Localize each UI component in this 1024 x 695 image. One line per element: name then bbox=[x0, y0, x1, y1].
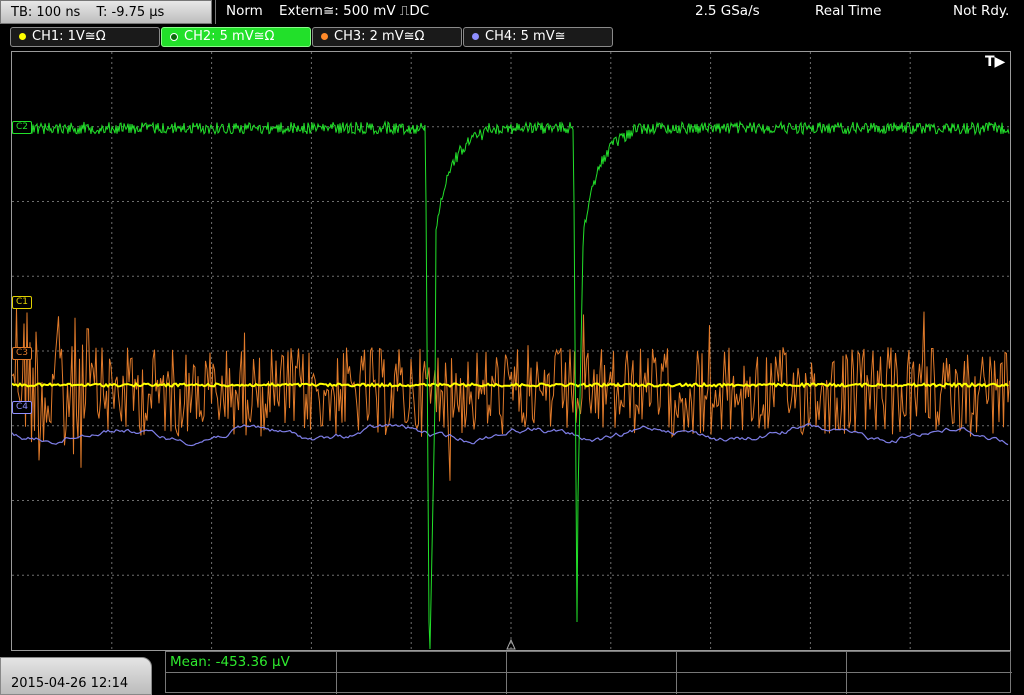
bottom-bar: 2015-04-26 12:14 Mean: -453.36 µV bbox=[0, 651, 1024, 695]
divider bbox=[215, 0, 216, 24]
timebase-box[interactable]: TB: 100 ns T: -9.75 µs bbox=[0, 0, 212, 24]
ch1-offset-marker[interactable]: C1 bbox=[12, 296, 33, 309]
measurement-panel[interactable]: Mean: -453.36 µV bbox=[165, 651, 1012, 694]
ch4-dot-icon bbox=[472, 33, 479, 40]
tab-ch1[interactable]: CH1: 1V≅Ω bbox=[10, 27, 160, 47]
waveform-display[interactable] bbox=[11, 51, 1011, 651]
ch3-label: CH3: 2 mV≅Ω bbox=[334, 29, 425, 44]
ch3-offset-marker[interactable]: C3 bbox=[12, 347, 33, 360]
acquisition-mode[interactable]: Real Time bbox=[815, 3, 881, 19]
mean-measurement: Mean: -453.36 µV bbox=[170, 654, 290, 670]
ch3-dot-icon bbox=[321, 33, 328, 40]
ch4-trace bbox=[12, 423, 1009, 447]
ch1-label: CH1: 1V≅Ω bbox=[32, 29, 106, 44]
waveform-canvas bbox=[12, 52, 1010, 650]
divider bbox=[336, 652, 337, 694]
divider bbox=[676, 652, 677, 694]
trigger-position-label: T: -9.75 µs bbox=[96, 5, 165, 20]
ch4-offset-marker[interactable]: C4 bbox=[12, 401, 33, 414]
ch4-label: CH4: 5 mV≅ bbox=[485, 29, 566, 44]
divider bbox=[166, 672, 1012, 673]
timebase-label: TB: 100 ns bbox=[11, 5, 81, 20]
tab-ch2[interactable]: CH2: 5 mV≅Ω bbox=[161, 27, 311, 47]
trigger-status: Not Rdy. bbox=[953, 3, 1010, 19]
ch1-trace bbox=[12, 381, 1009, 389]
divider bbox=[506, 652, 507, 694]
ch2-dot-icon bbox=[170, 32, 178, 41]
trigger-mode[interactable]: Norm bbox=[226, 3, 263, 19]
channel-bar: CH1: 1V≅Ω CH2: 5 mV≅Ω CH3: 2 mV≅Ω CH4: 5… bbox=[0, 25, 1024, 49]
top-status-bar: TB: 100 ns T: -9.75 µs Norm Extern≅: 500… bbox=[0, 0, 1024, 25]
tab-ch4[interactable]: CH4: 5 mV≅ bbox=[463, 27, 613, 47]
ch1-dot-icon bbox=[19, 33, 26, 40]
trigger-source[interactable]: Extern≅: 500 mV ⎍DC bbox=[279, 3, 429, 19]
ch2-label: CH2: 5 mV≅Ω bbox=[184, 29, 275, 44]
tab-ch3[interactable]: CH3: 2 mV≅Ω bbox=[312, 27, 462, 47]
trigger-position-marker[interactable]: T▶ bbox=[985, 54, 1005, 70]
sample-rate[interactable]: 2.5 GSa/s bbox=[695, 3, 760, 19]
datetime-label: 2015-04-26 12:14 bbox=[11, 676, 129, 691]
ch2-offset-marker[interactable]: C2 bbox=[12, 121, 33, 134]
divider bbox=[846, 652, 847, 694]
datetime-box: 2015-04-26 12:14 bbox=[0, 657, 152, 695]
